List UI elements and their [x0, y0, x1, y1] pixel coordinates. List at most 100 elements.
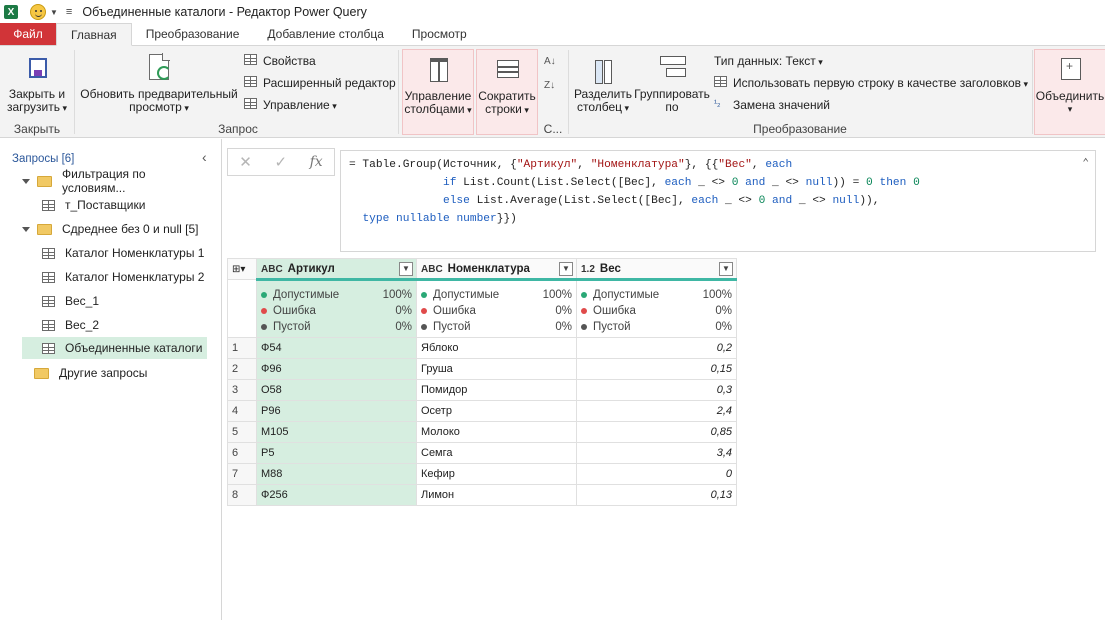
sort-descending-button[interactable]: Z↓: [544, 76, 555, 94]
cell-article[interactable]: Ф96: [256, 358, 417, 380]
filter-dropdown-icon[interactable]: ▼: [719, 262, 733, 276]
cell-nomenclature[interactable]: Семга: [416, 442, 577, 464]
manage-icon: [244, 98, 258, 112]
cell-nomenclature[interactable]: Помидор: [416, 379, 577, 401]
properties-button[interactable]: Свойства: [244, 52, 316, 70]
query-group-average[interactable]: Сдреднее без 0 и null [5]: [22, 218, 212, 240]
row-number[interactable]: 7: [227, 463, 257, 485]
use-first-row-headers-button[interactable]: Использовать первую строку в качестве за…: [714, 74, 1028, 92]
quality-error-value: 0%: [555, 305, 572, 317]
confirm-formula-icon[interactable]: ✓: [274, 153, 287, 171]
cell-weight[interactable]: 0,2: [576, 337, 737, 359]
query-item[interactable]: Каталог Номенклатуры 2: [42, 266, 207, 288]
row-number[interactable]: 5: [227, 421, 257, 443]
manage-button[interactable]: Управление: [244, 96, 337, 114]
cell-weight[interactable]: 2,4: [576, 400, 737, 422]
quality-empty-value: 0%: [715, 321, 732, 333]
tab-transform[interactable]: Преобразование: [132, 23, 254, 45]
decimal-type-icon[interactable]: 1.2: [581, 264, 595, 275]
query-group-other[interactable]: Другие запросы: [34, 362, 204, 384]
cell-nomenclature[interactable]: Лимон: [416, 484, 577, 506]
column-quality: Допустимые 100% Ошибка 0% Пустой 0%: [416, 278, 577, 338]
table-menu-icon[interactable]: ⊞▾: [227, 258, 257, 280]
row-number[interactable]: 4: [227, 400, 257, 422]
cell-weight[interactable]: 0: [576, 463, 737, 485]
cell-article[interactable]: Ф256: [256, 484, 417, 506]
collapse-formula-icon[interactable]: ⌃: [1082, 155, 1089, 173]
table-icon: [42, 295, 55, 307]
feedback-smiley-icon[interactable]: [30, 4, 46, 20]
text-type-icon[interactable]: ABC: [421, 264, 443, 275]
filter-dropdown-icon[interactable]: ▼: [399, 262, 413, 276]
cell-article[interactable]: О58: [256, 379, 417, 401]
refresh-preview-button[interactable]: Обновить предварительный просмотр: [80, 52, 238, 118]
query-group-filter[interactable]: Фильтрация по условиям...: [22, 167, 212, 195]
split-column-button[interactable]: Разделить столбец: [572, 52, 634, 118]
filter-dropdown-icon[interactable]: ▼: [559, 262, 573, 276]
cell-weight[interactable]: 0,3: [576, 379, 737, 401]
sort-ascending-button[interactable]: A↓: [544, 52, 556, 70]
query-item[interactable]: т_Поставщики: [42, 194, 207, 216]
quality-empty-value: 0%: [395, 321, 412, 333]
cell-weight[interactable]: 0,85: [576, 421, 737, 443]
table-row: 8 Ф256 Лимон 0,13: [227, 484, 737, 506]
query-item[interactable]: Вес_2: [42, 314, 207, 336]
tab-add-column[interactable]: Добавление столбца: [253, 23, 398, 45]
cell-nomenclature[interactable]: Яблоко: [416, 337, 577, 359]
collapse-pane-icon[interactable]: ‹: [202, 149, 207, 165]
manage-columns-button[interactable]: Управление столбцами: [402, 49, 474, 135]
quality-error-label: Ошибка: [433, 305, 476, 317]
text-type-icon[interactable]: ABC: [261, 264, 283, 275]
quick-access-dropdown-icon[interactable]: ▼: [50, 8, 58, 17]
cell-nomenclature[interactable]: Осетр: [416, 400, 577, 422]
cell-weight[interactable]: 0,15: [576, 358, 737, 380]
advanced-editor-label: Расширенный редактор: [263, 76, 396, 90]
query-item[interactable]: Каталог Номенклатуры 1: [42, 242, 207, 264]
cancel-formula-icon[interactable]: ✕: [239, 153, 252, 171]
cell-article[interactable]: Ф54: [256, 337, 417, 359]
tab-view[interactable]: Просмотр: [398, 23, 481, 45]
row-number[interactable]: 2: [227, 358, 257, 380]
first-row-header-label: Использовать первую строку в качестве за…: [733, 76, 1028, 90]
tab-file[interactable]: Файл: [0, 23, 56, 45]
cell-nomenclature[interactable]: Молоко: [416, 421, 577, 443]
table-icon: [42, 319, 55, 331]
column-header-article[interactable]: ABC Артикул ▼: [256, 258, 417, 280]
combine-button[interactable]: Объединить ▾: [1034, 49, 1105, 135]
column-header-weight[interactable]: 1.2 Вес ▼: [576, 258, 737, 280]
row-number[interactable]: 1: [227, 337, 257, 359]
table-icon: [42, 247, 55, 259]
valid-dot-icon: [421, 291, 427, 298]
data-type-dropdown[interactable]: Тип данных: Текст: [714, 52, 823, 70]
tab-home[interactable]: Главная: [56, 23, 132, 46]
customize-quick-access-icon[interactable]: ≡: [66, 6, 72, 18]
cell-nomenclature[interactable]: Груша: [416, 358, 577, 380]
cell-article[interactable]: Р5: [256, 442, 417, 464]
query-item-selected[interactable]: Объединенные каталоги: [22, 337, 207, 359]
divider: [1032, 50, 1033, 134]
replace-values-button[interactable]: ¹₂ Замена значений: [714, 96, 830, 114]
folder-icon: [37, 175, 52, 187]
row-number[interactable]: 6: [227, 442, 257, 464]
cell-nomenclature[interactable]: Кефир: [416, 463, 577, 485]
column-quality: Допустимые 100% Ошибка 0% Пустой 0%: [256, 278, 417, 338]
query-item[interactable]: Вес_1: [42, 290, 207, 312]
advanced-editor-button[interactable]: Расширенный редактор: [244, 74, 396, 92]
close-and-load-button[interactable]: Закрыть и загрузить: [4, 52, 70, 118]
row-number[interactable]: 3: [227, 379, 257, 401]
column-name: Вес: [599, 262, 621, 275]
cell-article[interactable]: М88: [256, 463, 417, 485]
table-row: 4 Р96 Осетр 2,4: [227, 400, 737, 422]
column-header-nomenclature[interactable]: ABC Номенклатура ▼: [416, 258, 577, 280]
cell-weight[interactable]: 0,13: [576, 484, 737, 506]
cell-article[interactable]: Р96: [256, 400, 417, 422]
query-label: Каталог Номенклатуры 1: [65, 246, 205, 260]
function-icon[interactable]: fx: [310, 154, 323, 170]
group-by-button[interactable]: Группировать по: [634, 52, 710, 118]
cell-article[interactable]: М105: [256, 421, 417, 443]
row-number[interactable]: 8: [227, 484, 257, 506]
quality-valid-label: Допустимые: [593, 289, 660, 301]
formula-input[interactable]: = Table.Group(Источник, {"Артикул", "Ном…: [340, 150, 1096, 252]
cell-weight[interactable]: 3,4: [576, 442, 737, 464]
reduce-rows-button[interactable]: Сократить строки: [476, 49, 538, 135]
